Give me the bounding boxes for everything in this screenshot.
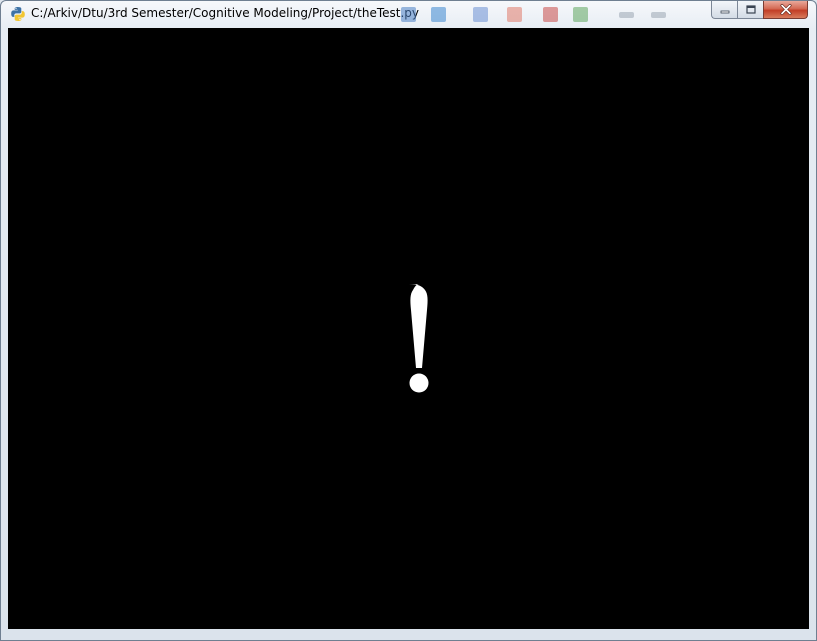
background-toolbar-icon [507,7,522,22]
window-title: C:/Arkiv/Dtu/3rd Semester/Cognitive Mode… [31,6,420,20]
close-button[interactable] [763,1,808,19]
app-window: C:/Arkiv/Dtu/3rd Semester/Cognitive Mode… [0,0,817,641]
maximize-button[interactable] [737,1,763,19]
exclamation-mark [409,284,429,393]
background-toolbar-icon [573,7,588,22]
minimize-button[interactable] [711,1,737,19]
background-toolbar-icon [651,12,666,18]
title-bar[interactable]: C:/Arkiv/Dtu/3rd Semester/Cognitive Mode… [1,1,816,27]
minimize-icon [720,10,729,13]
background-toolbar-icon [473,7,488,22]
background-toolbar-icon [431,7,446,22]
python-icon [11,7,25,21]
close-icon [780,4,791,15]
window-bottom-border [1,633,816,641]
background-toolbar-icon [619,12,634,18]
maximize-icon [745,5,756,14]
background-toolbar-icon [543,7,558,22]
caption-buttons [711,1,808,20]
stimulus-canvas[interactable] [8,28,809,629]
background-toolbar-icon [401,7,416,22]
